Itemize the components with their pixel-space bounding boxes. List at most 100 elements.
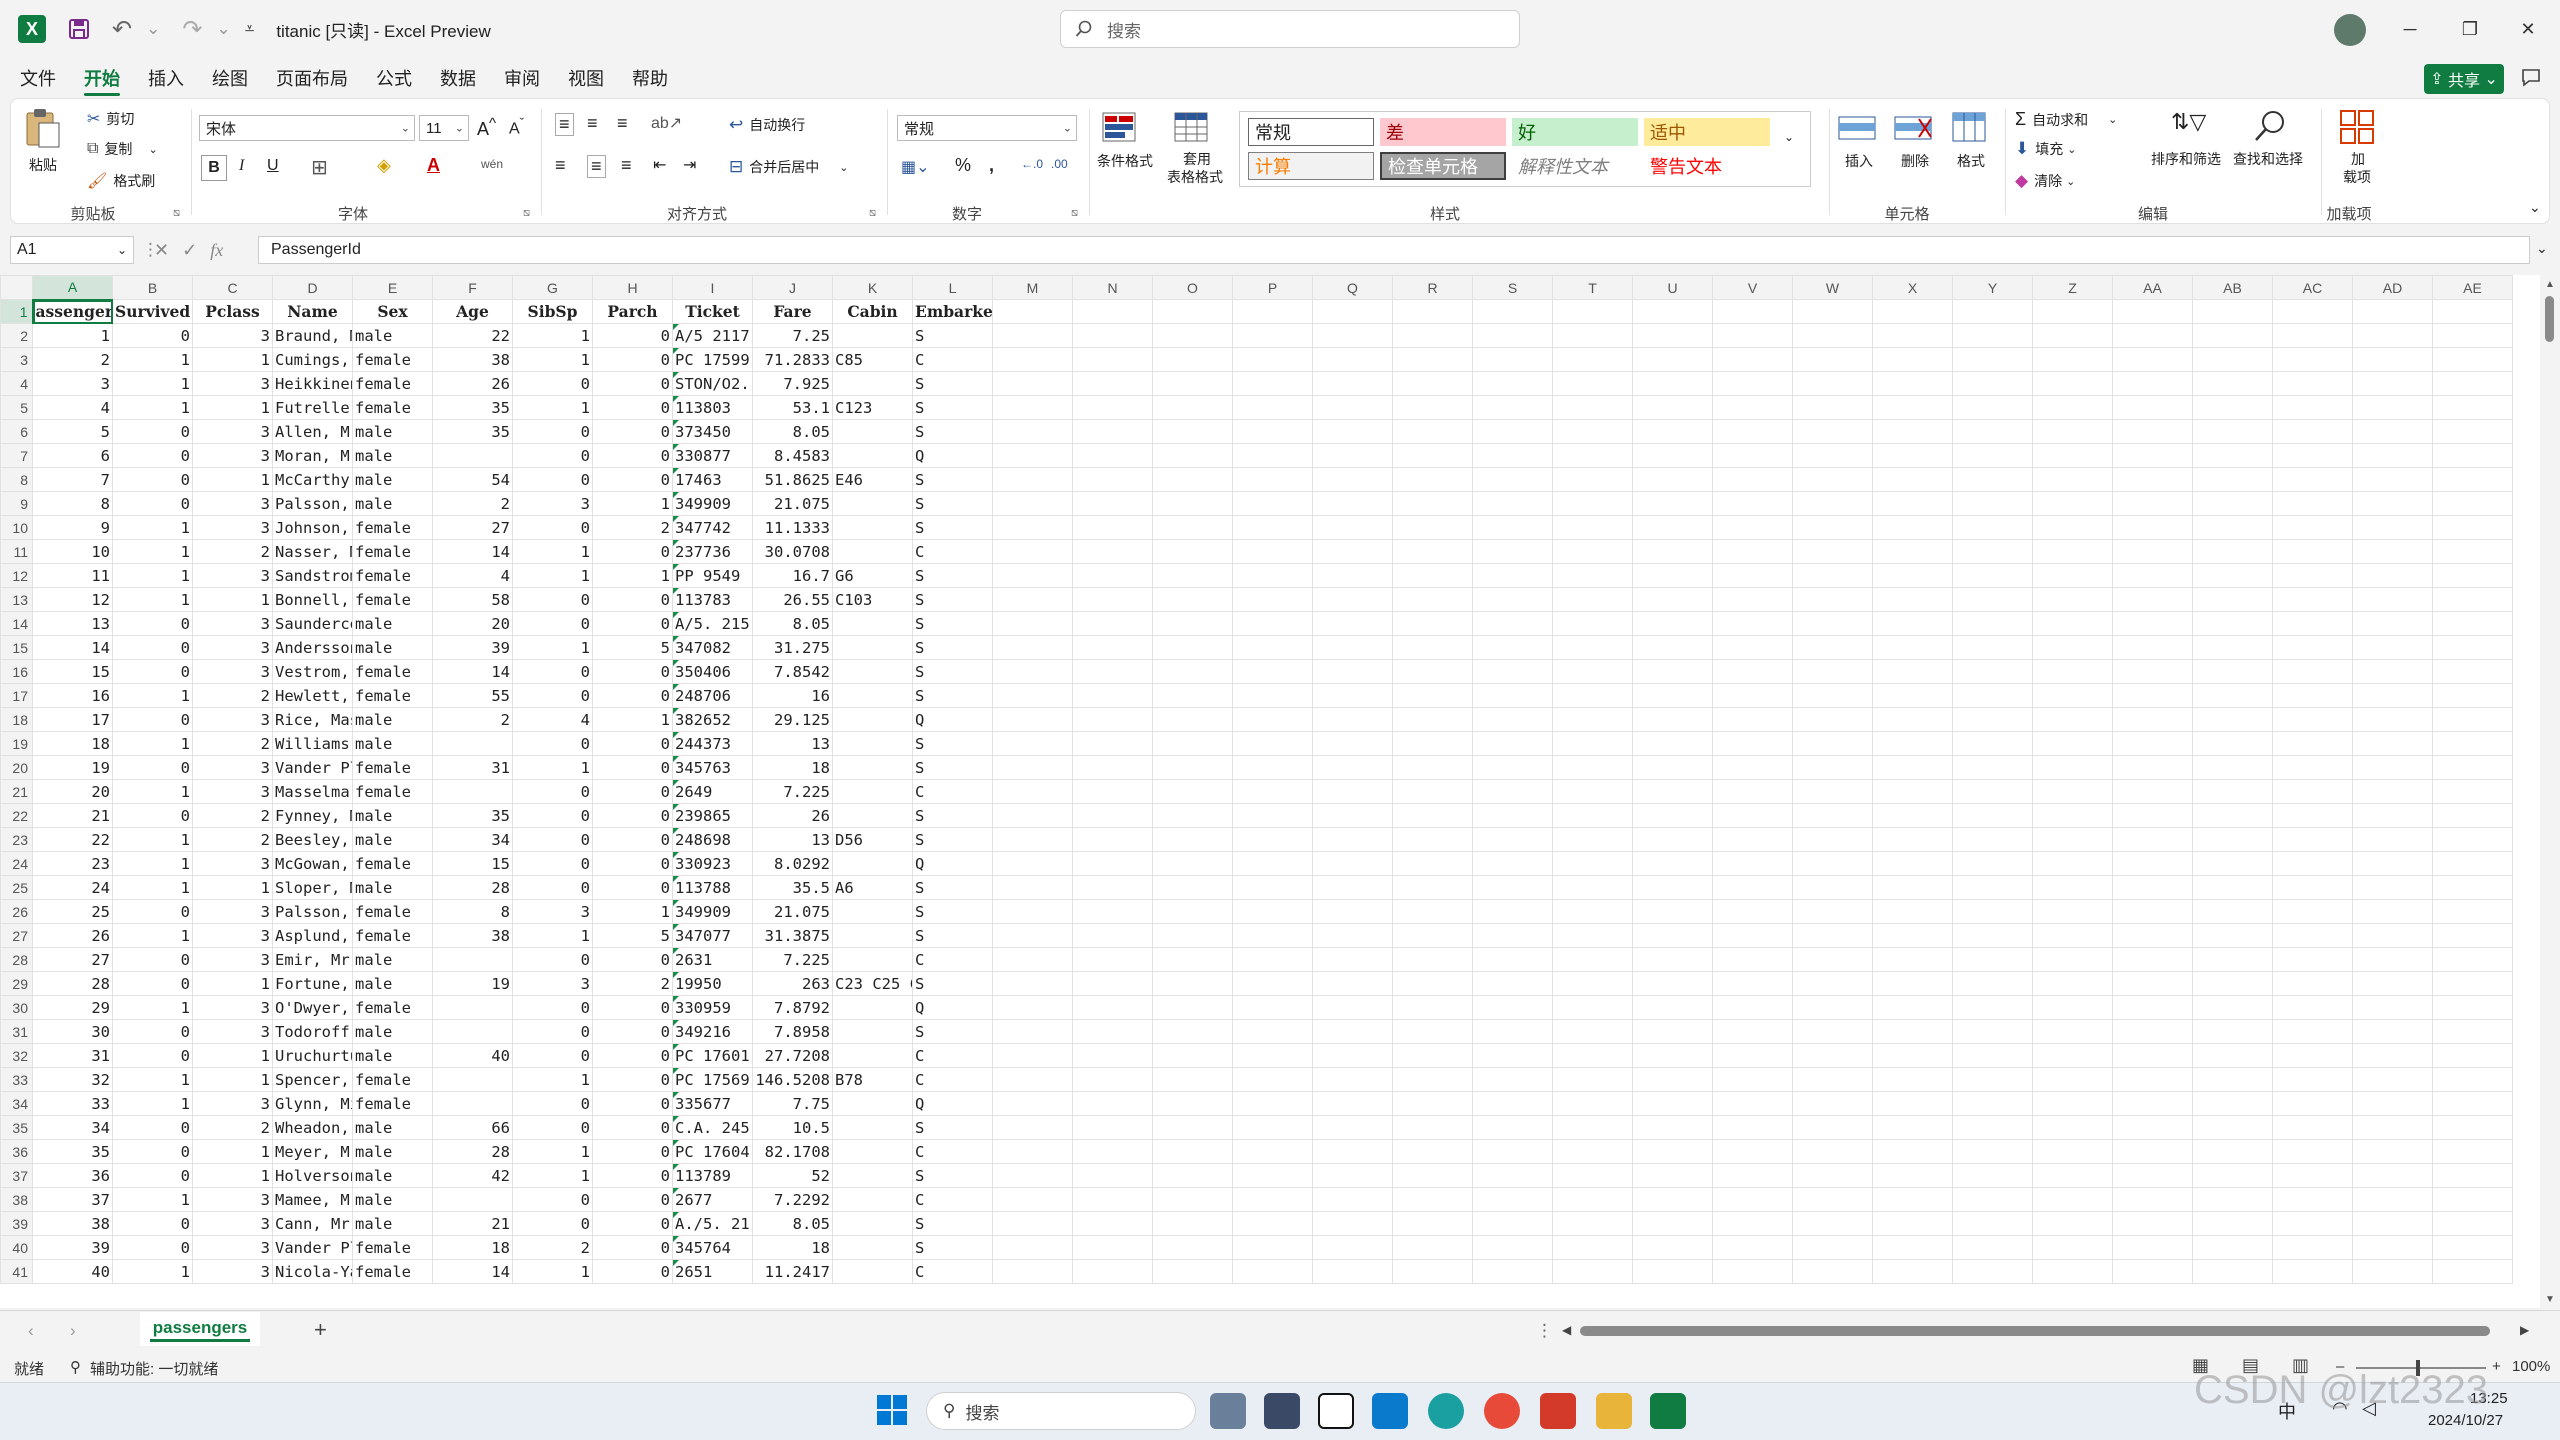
cell[interactable] [1632,683,1713,708]
cell[interactable] [1312,635,1393,660]
cell[interactable]: female [352,347,433,372]
settings-app-icon[interactable] [1210,1393,1246,1429]
style-calculation[interactable]: 计算 [1248,152,1374,180]
cell[interactable]: 1 [192,1163,273,1188]
cell[interactable] [1952,875,2033,900]
cell[interactable] [1792,755,1873,780]
cell[interactable]: male [352,1139,433,1164]
cell[interactable] [1312,1187,1393,1212]
cell[interactable] [1632,947,1713,972]
cell[interactable] [1312,1259,1393,1284]
cell[interactable] [1392,347,1473,372]
autosum-button[interactable]: Σ 自动求和 ⌄ [2015,109,2117,130]
cell[interactable] [1472,755,1553,780]
cell[interactable] [2352,995,2433,1020]
cell[interactable] [1472,1163,1553,1188]
cell[interactable]: 8 [32,491,113,516]
cell[interactable]: 3 [192,1091,273,1116]
cell[interactable] [992,395,1073,420]
cell[interactable]: Mamee, Mr [272,1187,353,1212]
cell[interactable]: 0 [592,1115,673,1140]
cell[interactable]: Braund, M [272,323,353,348]
cell[interactable] [1152,1235,1233,1260]
cell[interactable] [1552,1187,1633,1212]
cell[interactable] [1392,1043,1473,1068]
cell[interactable] [2272,515,2353,540]
cell[interactable] [1792,299,1873,324]
cell[interactable] [2432,1187,2513,1212]
cell[interactable] [2352,1139,2433,1164]
cell[interactable]: female [352,395,433,420]
cell[interactable] [2032,1043,2113,1068]
cell[interactable]: 11.2417 [752,1259,833,1284]
cell[interactable] [2032,323,2113,348]
tab-insert[interactable]: 插入 [134,62,198,96]
cell[interactable] [1072,1211,1153,1236]
cell[interactable]: Fare [752,299,833,324]
cell[interactable] [1152,947,1233,972]
cell[interactable] [2432,635,2513,660]
cell[interactable] [1312,683,1393,708]
cell[interactable]: 1 [592,491,673,516]
cell[interactable] [2272,707,2353,732]
cell[interactable] [2112,803,2193,828]
cell[interactable] [1072,1115,1153,1140]
cell[interactable] [1152,611,1233,636]
cell[interactable]: 2 [592,971,673,996]
cell[interactable] [1552,587,1633,612]
row-header[interactable]: 15 [0,635,33,660]
cell[interactable] [1232,1139,1313,1164]
cell[interactable] [1632,995,1713,1020]
cell[interactable] [1792,587,1873,612]
cell[interactable] [832,707,913,732]
cell[interactable] [1232,923,1313,948]
cell[interactable] [1632,395,1713,420]
cell[interactable] [832,803,913,828]
cell[interactable] [2352,1019,2433,1044]
cell[interactable] [1872,299,1953,324]
cell[interactable] [1072,947,1153,972]
tab-draw[interactable]: 绘图 [198,62,262,96]
cell[interactable] [2432,347,2513,372]
cell[interactable] [1712,731,1793,756]
cell[interactable] [2192,1235,2273,1260]
cell[interactable]: 15 [432,851,513,876]
cell[interactable] [2032,347,2113,372]
cell[interactable] [1312,1163,1393,1188]
cell[interactable]: 13 [752,827,833,852]
chrome-app-icon[interactable] [1484,1393,1520,1429]
cell[interactable] [2032,1163,2113,1188]
cell[interactable]: C23 C25 C [832,971,913,996]
column-header[interactable]: R [1392,275,1473,300]
cell[interactable] [2352,731,2433,756]
cell[interactable] [1712,1211,1793,1236]
cell[interactable] [1792,971,1873,996]
cell[interactable] [1872,683,1953,708]
tab-formulas[interactable]: 公式 [362,62,426,96]
cell[interactable]: 1 [112,395,193,420]
cell[interactable] [1952,851,2033,876]
cell[interactable] [1472,1067,1553,1092]
cell[interactable] [2432,971,2513,996]
cell[interactable] [2192,827,2273,852]
cell[interactable] [1152,395,1233,420]
cell[interactable]: Ticket [672,299,753,324]
formula-input[interactable]: PassengerId [258,236,2530,264]
row-header[interactable]: 17 [0,683,33,708]
cell[interactable]: 330923 [672,851,753,876]
column-header[interactable]: AD [2352,275,2433,300]
cell[interactable] [1152,443,1233,468]
cell[interactable]: Sex [352,299,433,324]
cell[interactable] [1232,515,1313,540]
cell[interactable]: C [912,1259,993,1284]
cell[interactable] [1712,755,1793,780]
cell[interactable]: C103 [832,587,913,612]
cell[interactable]: 1 [512,1067,593,1092]
cell[interactable]: 0 [112,947,193,972]
cell[interactable]: male [352,707,433,732]
cell[interactable] [992,1139,1073,1164]
cell[interactable] [832,419,913,444]
row-header[interactable]: 19 [0,731,33,756]
cell[interactable] [2272,683,2353,708]
cell[interactable] [992,347,1073,372]
